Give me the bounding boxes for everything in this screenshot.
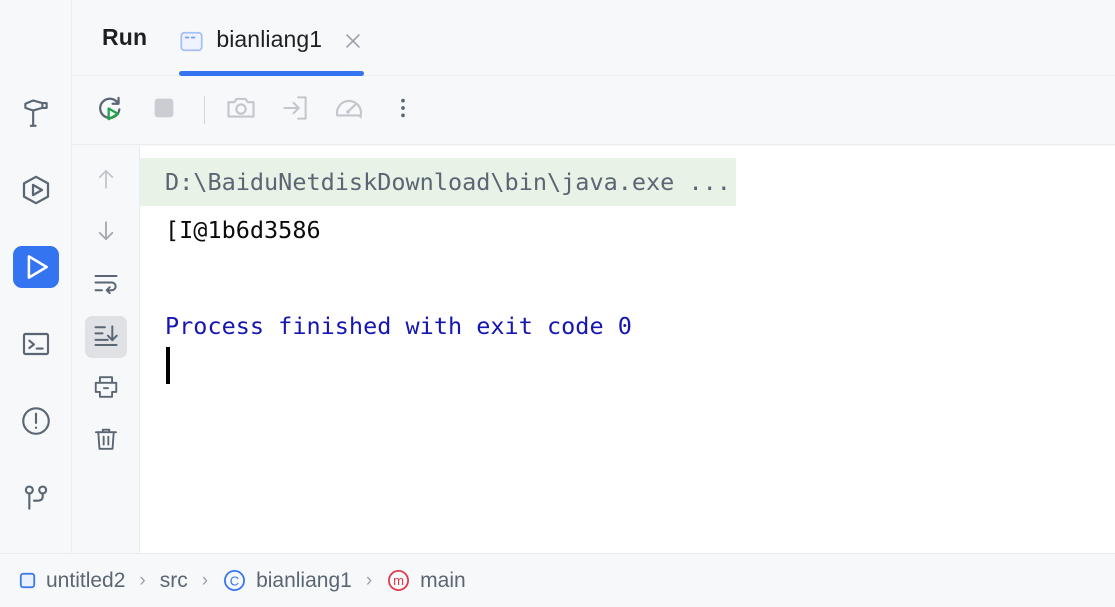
- breadcrumb-item-main[interactable]: m main: [386, 568, 466, 593]
- tool-window-bar: [0, 0, 72, 553]
- sidebar-item-git[interactable]: [13, 476, 59, 519]
- console-side-toolbar: [72, 146, 140, 553]
- scroll-to-end-button[interactable]: [84, 316, 127, 358]
- arrow-up-icon: [93, 166, 119, 197]
- console-command-text: D:\BaiduNetdiskDownload\bin\java.exe ...: [140, 158, 736, 206]
- breadcrumb-item-untitled2[interactable]: untitled2: [18, 569, 125, 593]
- profiler-button[interactable]: [327, 88, 371, 132]
- close-icon[interactable]: [342, 30, 364, 52]
- breadcrumb: untitled2 › src › C bianliang1 › m main: [0, 553, 1115, 607]
- console-line-status: Process finished with exit code 0: [165, 312, 632, 340]
- stop-square-icon: [149, 93, 179, 128]
- ide-run-tool-window: Run bianliang1 D:\BaiduNetdiskDownload\b…: [0, 0, 1115, 607]
- svg-text:m: m: [393, 573, 404, 588]
- console-line-command: D:\BaiduNetdiskDownload\bin\java.exe ...: [140, 158, 1115, 206]
- more-options-button[interactable]: [381, 88, 425, 132]
- sidebar-item-services[interactable]: [13, 169, 59, 212]
- breadcrumb-separator: ›: [201, 569, 209, 591]
- toolbar-divider: [204, 96, 205, 124]
- console-output[interactable]: D:\BaiduNetdiskDownload\bin\java.exe ...…: [140, 146, 1115, 553]
- soft-wrap-icon: [92, 269, 120, 302]
- export-button[interactable]: [273, 88, 317, 132]
- run-play-icon: [19, 250, 53, 284]
- tab-label: bianliang1: [216, 26, 323, 52]
- next-occurrence-button[interactable]: [85, 212, 127, 254]
- more-vertical-dots-icon: [390, 95, 416, 126]
- print-button[interactable]: [85, 368, 127, 410]
- breadcrumb-label: bianliang1: [256, 568, 352, 592]
- terminal-icon: [20, 328, 52, 360]
- stop-button[interactable]: [142, 88, 186, 132]
- breadcrumb-label: main: [420, 568, 466, 592]
- arrow-down-icon: [93, 218, 119, 249]
- breadcrumb-label: untitled2: [46, 568, 126, 592]
- svg-text:C: C: [230, 573, 239, 588]
- method-m-icon: m: [386, 568, 411, 593]
- console-toolbar: [72, 76, 1115, 145]
- printer-icon: [92, 373, 120, 406]
- breadcrumb-item-src[interactable]: src: [160, 569, 188, 593]
- breadcrumb-label: src: [159, 568, 188, 592]
- sidebar-item-build[interactable]: [13, 92, 59, 135]
- soft-wrap-button[interactable]: [85, 264, 127, 306]
- screenshot-button[interactable]: [219, 88, 263, 132]
- scroll-to-end-icon: [92, 321, 120, 354]
- tab-bianliang1[interactable]: bianliang1: [179, 18, 365, 76]
- console-line-output: [I@1b6d3586: [165, 216, 321, 244]
- page-title: Run: [102, 24, 148, 50]
- class-c-icon: C: [222, 568, 247, 593]
- sidebar-item-problems[interactable]: [13, 399, 59, 442]
- breadcrumb-separator: ›: [365, 569, 373, 591]
- breadcrumb-separator: ›: [139, 569, 146, 591]
- rerun-button[interactable]: [88, 88, 132, 132]
- previous-occurrence-button[interactable]: [85, 160, 127, 202]
- breadcrumb-item-bianliang1[interactable]: C bianliang1: [222, 568, 352, 593]
- clear-all-button[interactable]: [85, 420, 127, 462]
- services-play-hexagon-icon: [18, 172, 54, 208]
- module-square-icon: [18, 571, 37, 590]
- sidebar-item-run[interactable]: [12, 245, 59, 289]
- rerun-circular-arrow-play-icon: [94, 92, 126, 129]
- arrow-into-box-icon: [280, 93, 310, 128]
- gauge-icon: [333, 92, 365, 129]
- problems-exclamation-icon: [19, 404, 53, 438]
- console-window-icon: [179, 29, 204, 59]
- git-branch-icon: [20, 482, 52, 514]
- console-caret: [166, 347, 170, 384]
- trash-icon: [92, 425, 120, 458]
- camera-icon: [225, 92, 257, 129]
- sidebar-item-terminal[interactable]: [13, 322, 59, 365]
- run-tool-window-header: Run bianliang1: [72, 0, 1115, 76]
- hammer-icon: [19, 96, 53, 130]
